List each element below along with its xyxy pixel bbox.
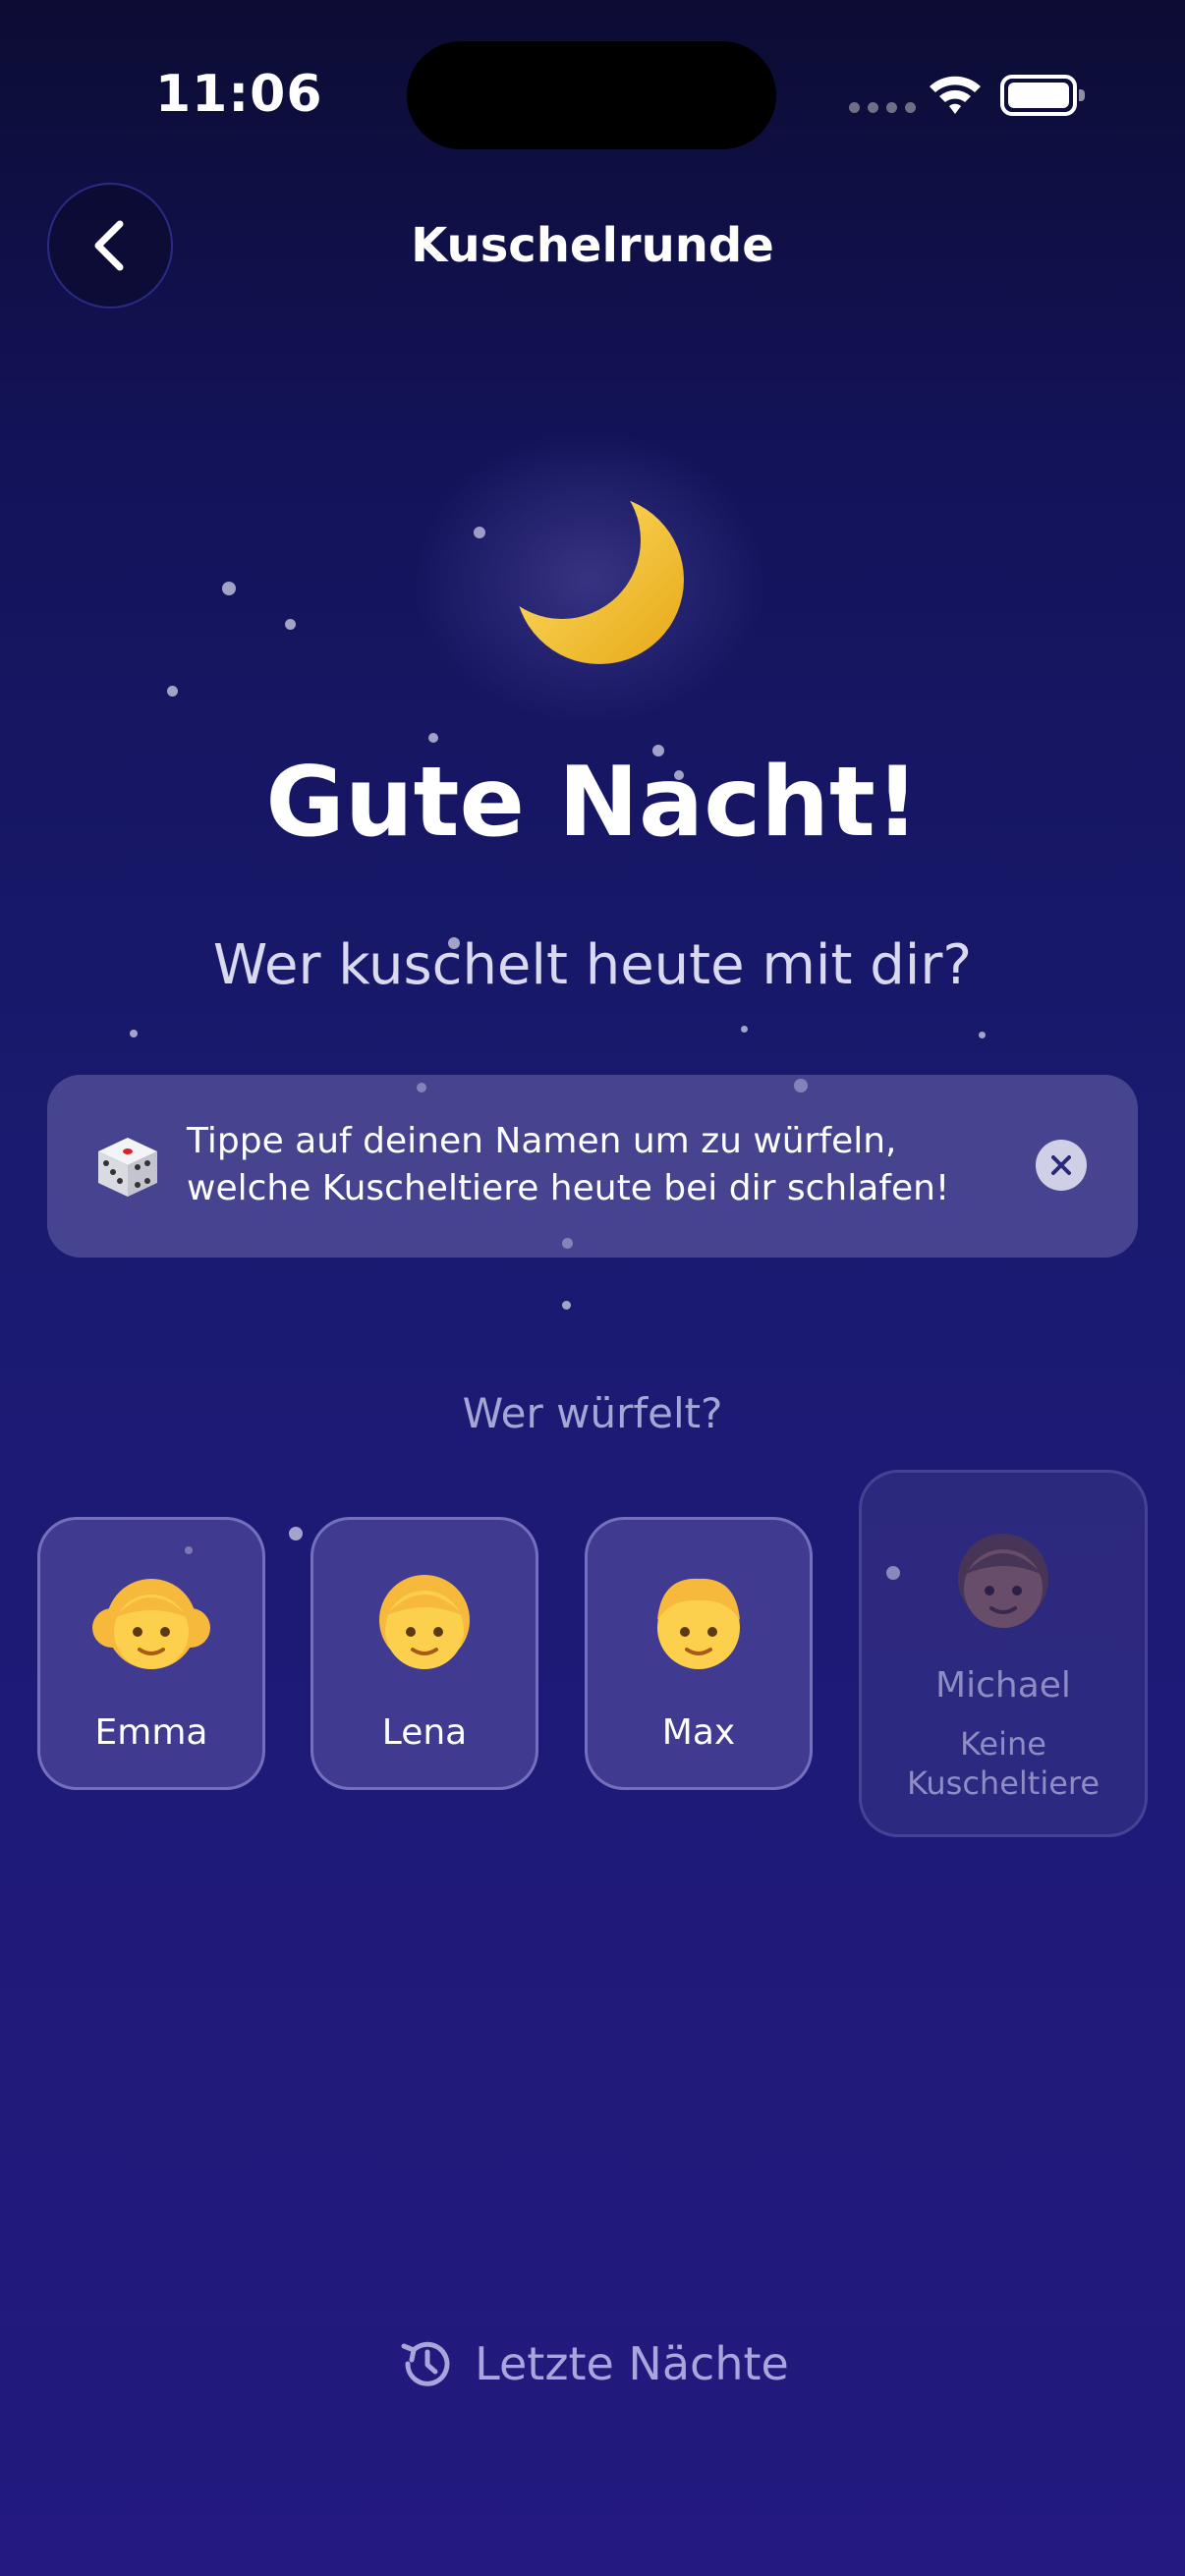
kid-name: Lena — [381, 1712, 468, 1753]
close-icon — [1051, 1155, 1071, 1175]
hero-title: Gute Nacht! — [265, 747, 920, 859]
star-dot — [562, 1301, 571, 1310]
info-text: Tippe auf deinen Namen um zu würfeln, we… — [187, 1118, 992, 1212]
info-line-2: welche Kuscheltiere heute bei dir schlaf… — [187, 1168, 950, 1208]
history-label: Letzte Nächte — [475, 2337, 789, 2390]
crescent-moon-icon — [515, 495, 684, 664]
star-dot — [285, 619, 296, 630]
child-icon — [379, 1575, 470, 1669]
star-dot — [428, 733, 438, 743]
history-link[interactable]: Letzte Nächte — [0, 2334, 1185, 2393]
kid-note-line-2: Kuscheltiere — [906, 1764, 1100, 1802]
star-dot — [289, 1527, 303, 1540]
hero-subtitle: Wer kuschelt heute mit dir? — [212, 933, 973, 997]
wifi-icon — [930, 76, 981, 114]
section-label: Wer würfelt? — [462, 1389, 723, 1437]
kid-note: Keine Kuscheltiere — [862, 1724, 1145, 1803]
page-title: Kuschelrunde — [411, 218, 774, 273]
star-dot — [167, 686, 178, 697]
kid-card-lena[interactable]: Lena — [310, 1517, 538, 1790]
kid-note-line-1: Keine — [960, 1725, 1046, 1763]
dice-icon — [98, 1138, 157, 1197]
close-button[interactable] — [1036, 1140, 1087, 1191]
history-icon — [401, 2341, 450, 2386]
dynamic-island — [407, 41, 776, 149]
child-dark-icon — [958, 1534, 1048, 1628]
kid-name: Emma — [94, 1712, 208, 1753]
kid-card-michael: Michael Keine Kuscheltiere — [859, 1470, 1148, 1837]
battery-icon — [1000, 75, 1085, 116]
status-time: 11:06 — [155, 65, 323, 124]
star-dot — [222, 582, 236, 595]
girl-icon — [92, 1579, 210, 1669]
kid-name: Michael — [935, 1665, 1071, 1706]
star-dot — [979, 1032, 986, 1038]
kid-name: Max — [661, 1712, 736, 1753]
kid-card-emma[interactable]: Emma — [37, 1517, 265, 1790]
cellular-signal-icon — [849, 102, 916, 113]
info-line-1: Tippe auf deinen Namen um zu würfeln, — [187, 1121, 897, 1161]
boy-icon — [657, 1578, 740, 1669]
star-dot — [130, 1030, 138, 1037]
star-dot — [741, 1026, 748, 1033]
kid-card-max[interactable]: Max — [585, 1517, 813, 1790]
